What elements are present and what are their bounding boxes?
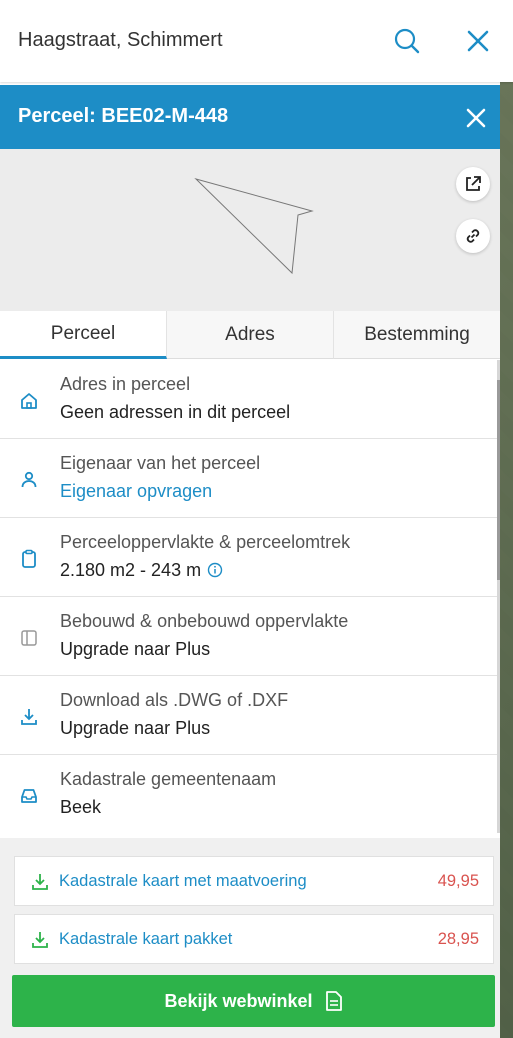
panel-icon	[18, 627, 40, 649]
product-price: 28,95	[437, 930, 479, 948]
list-item: Adres in perceel Geen adressen in dit pe…	[0, 360, 500, 439]
product-label: Kadastrale kaart pakket	[59, 930, 233, 948]
info-icon[interactable]	[207, 562, 223, 583]
tab-bar: Perceel Adres Bestemming	[0, 311, 500, 359]
row-value[interactable]: Upgrade naar Plus	[60, 639, 210, 660]
row-value: 2.180 m2 - 243 m	[60, 560, 223, 583]
shop-button-label: Bekijk webwinkel	[164, 990, 313, 1011]
scrollbar[interactable]	[497, 360, 500, 833]
download-icon	[29, 929, 51, 951]
row-title: Adres in perceel	[60, 374, 191, 394]
row-value: Beek	[60, 797, 102, 817]
row-title: Download als .DWG of .DXF	[60, 690, 289, 710]
search-input[interactable]: Haagstraat, Schimmert	[18, 29, 223, 52]
products-section: Kadastrale kaart met maatvoering 49,95 K…	[0, 838, 500, 1038]
list-item: Download als .DWG of .DXF Upgrade naar P…	[0, 676, 500, 755]
row-title: Bebouwd & onbebouwd oppervlakte	[60, 611, 349, 631]
clipboard-icon	[18, 548, 40, 570]
panel-header: Perceel: BEE02-M-448	[0, 85, 500, 149]
inbox-icon	[18, 785, 40, 807]
person-icon	[18, 469, 40, 491]
info-list[interactable]: Adres in perceel Geen adressen in dit pe…	[0, 360, 500, 833]
list-item: Perceeloppervlakte & perceelomtrek 2.180…	[0, 518, 500, 597]
search-bar[interactable]: Haagstraat, Schimmert	[0, 0, 513, 82]
link-icon	[466, 229, 480, 243]
house-icon	[18, 390, 40, 412]
product-label: Kadastrale kaart met maatvoering	[59, 872, 307, 890]
product-item[interactable]: Kadastrale kaart pakket 28,95	[14, 914, 494, 964]
list-item: Eigenaar van het perceel Eigenaar opvrag…	[0, 439, 500, 518]
parcel-shape	[194, 178, 314, 275]
parcel-panel: Haagstraat, Schimmert Perceel: BEE02-M-4…	[0, 0, 513, 1038]
shop-button[interactable]: Bekijk webwinkel	[12, 975, 495, 1027]
parcel-preview	[0, 149, 500, 311]
row-title: Perceeloppervlakte & perceelomtrek	[60, 532, 351, 552]
row-value: Geen adressen in dit perceel	[60, 402, 291, 422]
close-panel-icon[interactable]	[461, 103, 491, 133]
tab-perceel[interactable]: Perceel	[0, 311, 167, 359]
tab-adres[interactable]: Adres	[167, 311, 334, 359]
row-title: Eigenaar van het perceel	[60, 453, 261, 473]
open-external-button[interactable]	[456, 167, 490, 201]
download-icon	[18, 706, 40, 728]
request-owner-link[interactable]: Eigenaar opvragen	[60, 481, 212, 502]
page-title: Perceel: BEE02-M-448	[18, 105, 229, 127]
tab-bestemming[interactable]: Bestemming	[334, 311, 500, 359]
copy-link-button[interactable]	[456, 219, 490, 253]
row-title: Kadastrale gemeentenaam	[60, 769, 277, 789]
area-value: 2.180 m2 - 243 m	[60, 560, 202, 580]
list-item: Kadastrale gemeentenaam Beek	[0, 755, 500, 833]
external-link-icon	[466, 176, 481, 191]
close-icon[interactable]	[463, 26, 493, 56]
search-icon[interactable]	[392, 26, 422, 56]
document-icon	[325, 990, 343, 1012]
product-price: 49,95	[437, 872, 479, 890]
download-icon	[29, 871, 51, 893]
scroll-thumb[interactable]	[497, 380, 500, 580]
product-item[interactable]: Kadastrale kaart met maatvoering 49,95	[14, 856, 494, 906]
row-value[interactable]: Upgrade naar Plus	[60, 718, 210, 739]
list-item: Bebouwd & onbebouwd oppervlakte Upgrade …	[0, 597, 500, 676]
